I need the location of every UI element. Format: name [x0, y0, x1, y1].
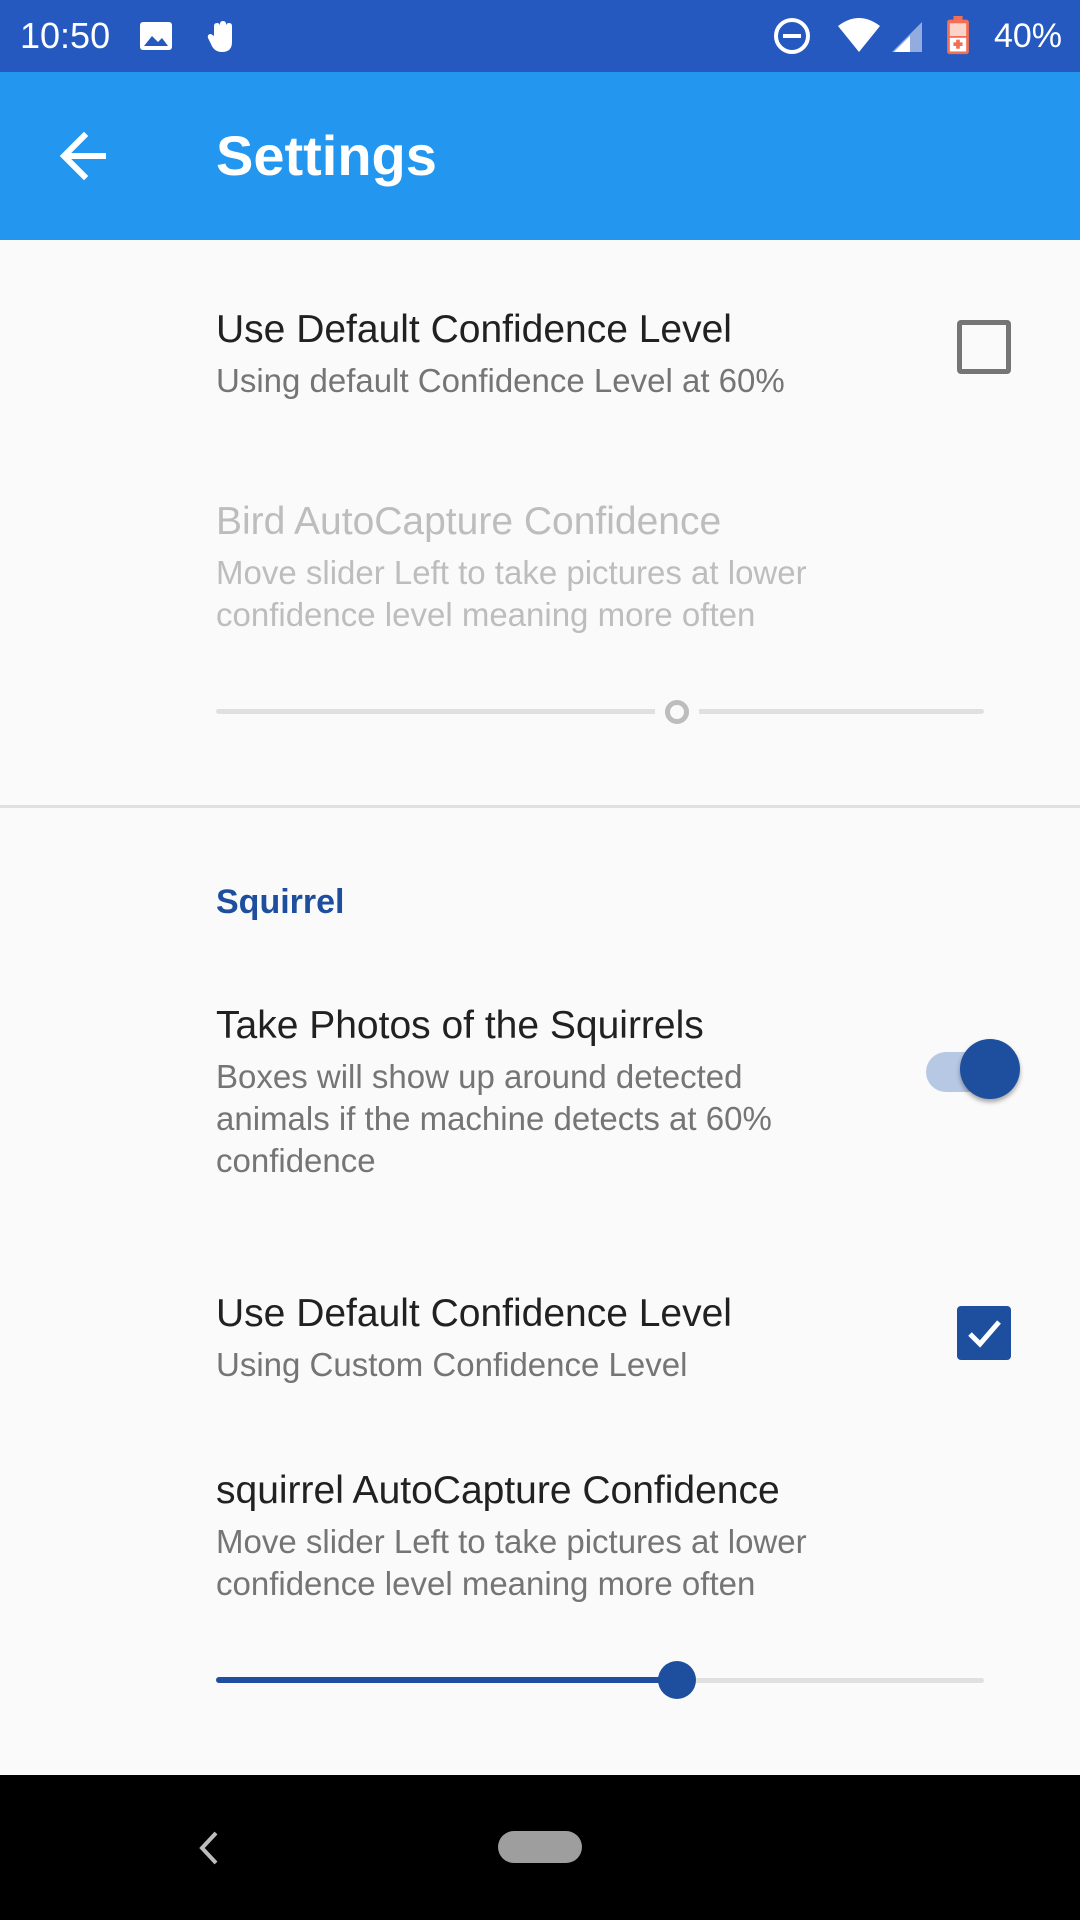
settings-list: Use Default Confidence Level Using defau…	[0, 240, 1080, 1775]
page-title: Settings	[216, 124, 437, 187]
squirrel-confidence-slider[interactable]	[216, 1660, 984, 1700]
pref-squirrel-default-confidence[interactable]: Use Default Confidence Level Using Custo…	[0, 1290, 1080, 1410]
pref-title: squirrel AutoCapture Confidence	[216, 1469, 780, 1512]
back-button[interactable]	[44, 116, 124, 196]
nav-back-icon[interactable]	[188, 1823, 228, 1873]
pref-squirrel-autocapture: squirrel AutoCapture Confidence Move sli…	[0, 1467, 1080, 1602]
status-time: 10:50	[20, 15, 111, 56]
category-squirrel: Squirrel	[216, 883, 345, 921]
slider-thumb	[664, 700, 689, 724]
status-bar: 10:50 40%	[0, 0, 1080, 72]
squirrel-default-confidence-checkbox[interactable]	[957, 1306, 1011, 1360]
dnd-icon	[774, 18, 810, 54]
pref-title: Use Default Confidence Level	[216, 308, 732, 351]
nav-home-pill[interactable]	[498, 1831, 582, 1863]
slider-gap	[654, 707, 665, 717]
cell-signal-icon	[892, 22, 922, 52]
arrow-left-icon	[59, 131, 106, 181]
bird-confidence-slider	[216, 691, 984, 731]
pref-bird-autocapture: Bird AutoCapture Confidence Move slider …	[0, 498, 1080, 718]
pref-title: Use Default Confidence Level	[216, 1292, 732, 1335]
squirrel-photos-switch[interactable]	[926, 1034, 1022, 1106]
app-bar: Settings	[0, 72, 1080, 240]
divider	[0, 805, 1080, 808]
battery-icon	[947, 16, 969, 55]
bird-default-confidence-checkbox[interactable]	[957, 320, 1011, 374]
wifi-icon	[838, 18, 880, 52]
slider-gap	[688, 707, 699, 717]
gesture-icon	[207, 21, 232, 52]
pref-bird-default-confidence[interactable]: Use Default Confidence Level Using defau…	[0, 306, 1080, 426]
navigation-bar	[0, 1775, 1080, 1920]
pref-title: Take Photos of the Squirrels	[216, 1004, 704, 1047]
slider-thumb[interactable]	[657, 1661, 696, 1699]
slider-fill	[216, 1677, 677, 1683]
pref-summary: Using Custom Confidence Level	[216, 1346, 688, 1383]
pref-summary: Boxes will show up around detected anima…	[216, 1058, 772, 1179]
gallery-icon	[140, 22, 172, 50]
pref-summary: Using default Confidence Level at 60%	[216, 362, 785, 399]
battery-percent: 40%	[993, 17, 1062, 55]
pref-title: Bird AutoCapture Confidence	[216, 500, 722, 543]
pref-squirrel-photos[interactable]: Take Photos of the Squirrels Boxes will …	[0, 1002, 1080, 1182]
switch-thumb	[960, 1039, 1020, 1099]
checkmark-icon	[968, 1320, 1001, 1348]
pref-summary: Move slider Left to take pictures at low…	[216, 554, 807, 633]
pref-summary: Move slider Left to take pictures at low…	[216, 1523, 807, 1602]
slider-track	[216, 709, 984, 714]
